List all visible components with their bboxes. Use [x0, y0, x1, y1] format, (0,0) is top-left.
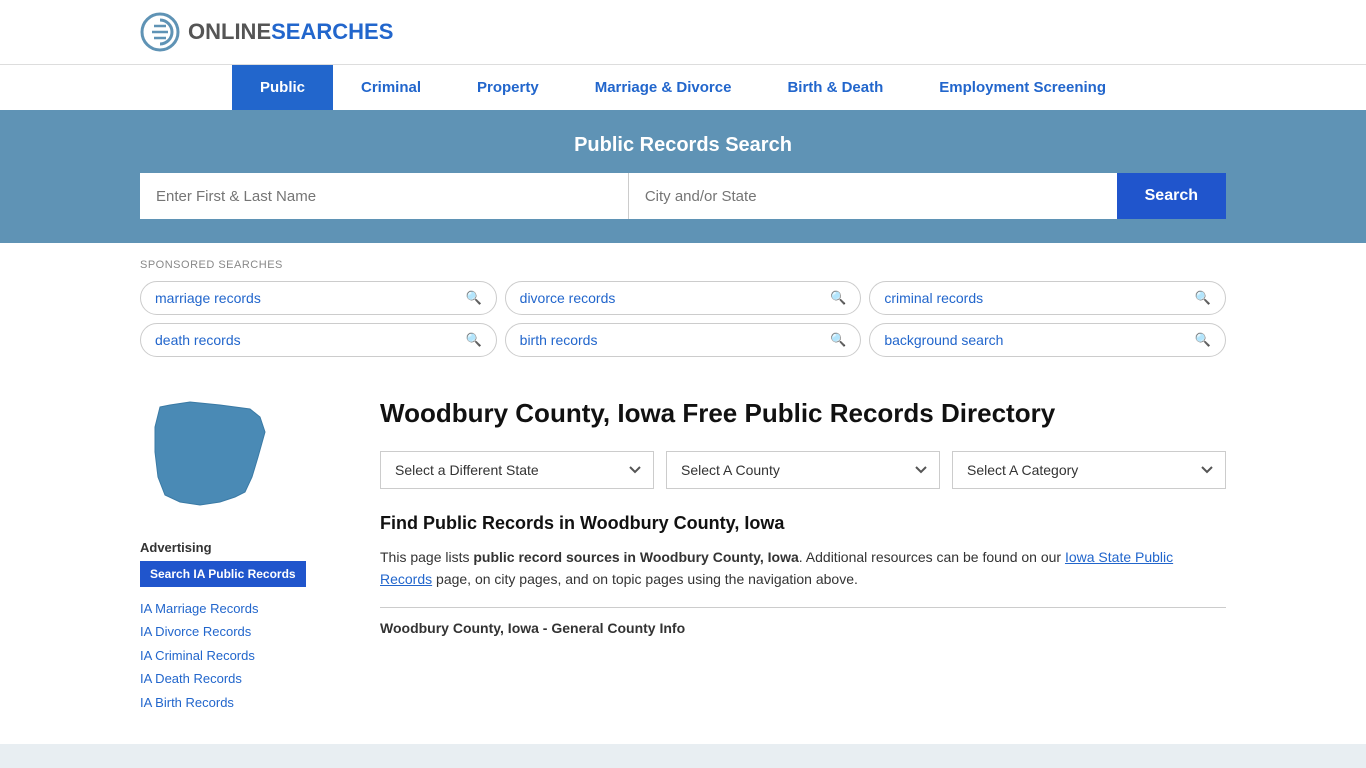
nav-birth-death[interactable]: Birth & Death: [759, 65, 911, 110]
sidebar: Advertising Search IA Public Records IA …: [140, 377, 350, 714]
tag-divorce[interactable]: divorce records 🔍: [505, 281, 862, 315]
location-input[interactable]: [629, 173, 1117, 219]
county-dropdown[interactable]: Select A County: [666, 451, 940, 489]
tag-criminal[interactable]: criminal records 🔍: [869, 281, 1226, 315]
nav-property[interactable]: Property: [449, 65, 567, 110]
search-ia-button[interactable]: Search IA Public Records: [140, 561, 306, 587]
find-records-title: Find Public Records in Woodbury County, …: [380, 513, 1226, 534]
advertising-label: Advertising: [140, 540, 350, 555]
search-form: Search: [140, 173, 1226, 219]
tag-marriage[interactable]: marriage records 🔍: [140, 281, 497, 315]
category-dropdown[interactable]: Select A Category: [952, 451, 1226, 489]
nav-employment[interactable]: Employment Screening: [911, 65, 1134, 110]
search-icon-birth: 🔍: [830, 332, 846, 348]
search-icon-criminal: 🔍: [1195, 290, 1211, 306]
desc-middle: . Additional resources can be found on o…: [799, 549, 1065, 565]
search-icon-death: 🔍: [465, 332, 481, 348]
tag-death[interactable]: death records 🔍: [140, 323, 497, 357]
logo-icon: [140, 12, 180, 52]
header: ONLINESEARCHES: [0, 0, 1366, 64]
link-ia-criminal[interactable]: IA Criminal Records: [140, 644, 350, 667]
sponsored-section: SPONSORED SEARCHES marriage records 🔍 di…: [0, 243, 1366, 377]
link-ia-marriage[interactable]: IA Marriage Records: [140, 597, 350, 620]
tag-birth[interactable]: birth records 🔍: [505, 323, 862, 357]
search-icon-background: 🔍: [1195, 332, 1211, 348]
description: This page lists public record sources in…: [380, 546, 1226, 591]
main-content: Advertising Search IA Public Records IA …: [0, 377, 1366, 744]
dropdowns-row: Select a Different State Select A County…: [380, 451, 1226, 489]
nav-public[interactable]: Public: [232, 65, 333, 110]
nav-criminal[interactable]: Criminal: [333, 65, 449, 110]
search-button[interactable]: Search: [1117, 173, 1226, 219]
desc-start: This page lists: [380, 549, 473, 565]
tag-background[interactable]: background search 🔍: [869, 323, 1226, 357]
logo-text: ONLINESEARCHES: [188, 19, 393, 45]
search-banner: Public Records Search Search: [0, 110, 1366, 243]
iowa-map-svg: [140, 397, 280, 517]
sidebar-links: IA Marriage Records IA Divorce Records I…: [140, 597, 350, 714]
nav-marriage-divorce[interactable]: Marriage & Divorce: [567, 65, 760, 110]
search-tags: marriage records 🔍 divorce records 🔍 cri…: [140, 281, 1226, 357]
logo: ONLINESEARCHES: [140, 12, 393, 52]
sponsored-label: SPONSORED SEARCHES: [140, 259, 1226, 271]
name-input[interactable]: [140, 173, 629, 219]
search-banner-title: Public Records Search: [140, 134, 1226, 157]
content-area: Woodbury County, Iowa Free Public Record…: [350, 377, 1226, 714]
desc-bold: public record sources in Woodbury County…: [473, 549, 798, 565]
search-icon-divorce: 🔍: [830, 290, 846, 306]
link-ia-death[interactable]: IA Death Records: [140, 667, 350, 690]
search-icon-marriage: 🔍: [465, 290, 481, 306]
state-map: [140, 397, 350, 520]
desc-end: page, on city pages, and on topic pages …: [432, 571, 858, 587]
main-nav: Public Criminal Property Marriage & Divo…: [0, 64, 1366, 110]
link-ia-birth[interactable]: IA Birth Records: [140, 691, 350, 714]
county-info-label: Woodbury County, Iowa - General County I…: [380, 607, 1226, 636]
state-dropdown[interactable]: Select a Different State: [380, 451, 654, 489]
page-title: Woodbury County, Iowa Free Public Record…: [380, 397, 1226, 431]
link-ia-divorce[interactable]: IA Divorce Records: [140, 620, 350, 643]
